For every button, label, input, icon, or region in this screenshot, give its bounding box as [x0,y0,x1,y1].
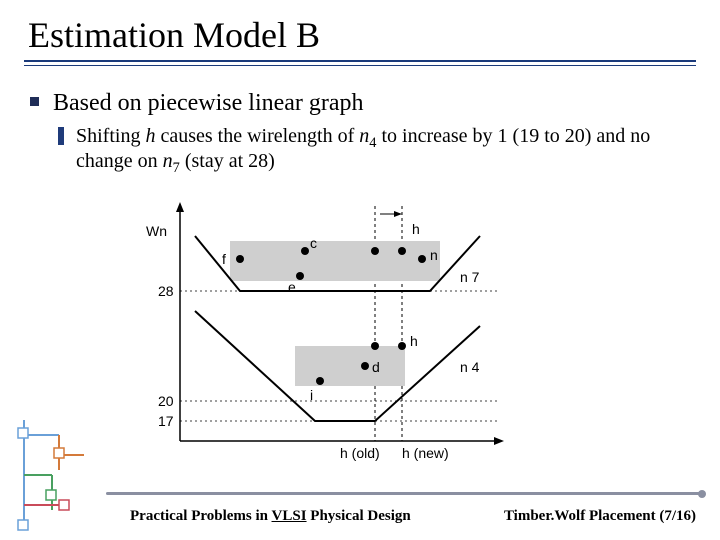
title-rule [24,60,696,62]
lbl-h-mid: h [410,333,418,349]
lbl-d: d [372,359,380,375]
lbl-net-n4: n 4 [460,359,480,375]
pt-h-top-old [371,247,379,255]
y-axis-arrow-icon [176,202,184,212]
cluster-n7-box [230,241,440,281]
lbl-n: n [430,247,438,263]
x-label-new: h (new) [402,445,449,461]
lbl-e: e [288,279,296,295]
footer-rule-dot-icon [698,490,706,498]
decorative-tree-icon [4,420,94,540]
y-axis-label: Wn [146,223,167,239]
ytick-20: 20 [158,393,174,409]
bullet-level2: Shifting h causes the wirelength of n4 t… [58,124,690,174]
page-title: Estimation Model B [28,14,320,56]
lbl-i: i [310,387,313,403]
pt-i [316,377,324,385]
pt-f [236,255,244,263]
bullet-l2-text: Shifting h causes the wirelength of n4 t… [76,124,690,174]
lbl-net-n7: n 7 [460,269,480,285]
pt-n [418,255,426,263]
h-shift-arrowhead-icon [394,211,402,217]
pt-h-top-new [398,247,406,255]
pt-d [361,362,369,370]
x-label-old: h (old) [340,445,380,461]
footer-rule [106,492,702,496]
ytick-28: 28 [158,283,174,299]
ytick-17: 17 [158,413,174,429]
square-bullet-icon [30,97,39,106]
lbl-h-top: h [412,221,420,237]
pt-e [296,272,304,280]
bullet-level1: Based on piecewise linear graph [30,88,690,118]
footer-left: Practical Problems in VLSI Physical Desi… [130,508,411,525]
bullet-l1-text: Based on piecewise linear graph [53,88,364,118]
cluster-n4-box [295,346,405,386]
title-rule-thin [24,65,696,66]
footer-right: Timber.Wolf Placement (7/16) [504,508,696,525]
pt-c [301,247,309,255]
lbl-c: c [310,235,317,251]
bar-bullet-icon [58,127,64,145]
content-block: Based on piecewise linear graph Shifting… [30,88,690,174]
x-axis-arrow-icon [494,437,504,445]
pt-h-mid-old [371,342,379,350]
wirelength-diagram: 28 20 17 Wn f c e n h n 7 [140,196,520,466]
lbl-f: f [222,251,226,267]
pt-h-mid-new [398,342,406,350]
